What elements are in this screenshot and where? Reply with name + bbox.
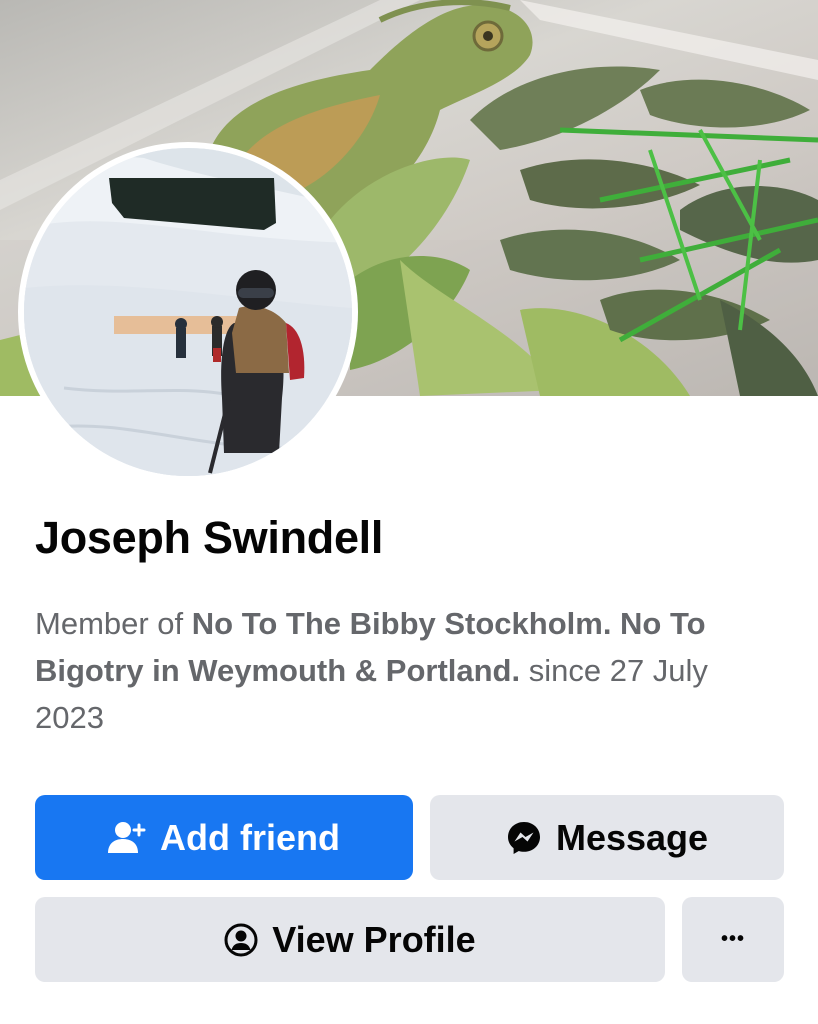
profile-name: Joseph Swindell: [35, 512, 384, 563]
group-membership-text: Member of No To The Bibby Stockholm. No …: [35, 600, 775, 741]
more-icon: •••: [720, 928, 745, 950]
profile-photo: [24, 148, 352, 476]
more-options-button[interactable]: •••: [682, 897, 784, 982]
message-label: Message: [555, 816, 709, 858]
view-profile-label: View Profile: [272, 918, 476, 960]
profile-circle-icon: [224, 923, 258, 957]
add-friend-icon: [108, 821, 146, 855]
add-friend-label: Add friend: [160, 816, 340, 858]
add-friend-button[interactable]: Add friend: [35, 795, 413, 880]
profile-picture[interactable]: [18, 142, 358, 482]
view-profile-button[interactable]: View Profile: [35, 897, 665, 982]
message-button[interactable]: Message: [430, 795, 784, 880]
messenger-icon: [506, 820, 542, 856]
membership-prefix: Member of: [35, 606, 192, 641]
